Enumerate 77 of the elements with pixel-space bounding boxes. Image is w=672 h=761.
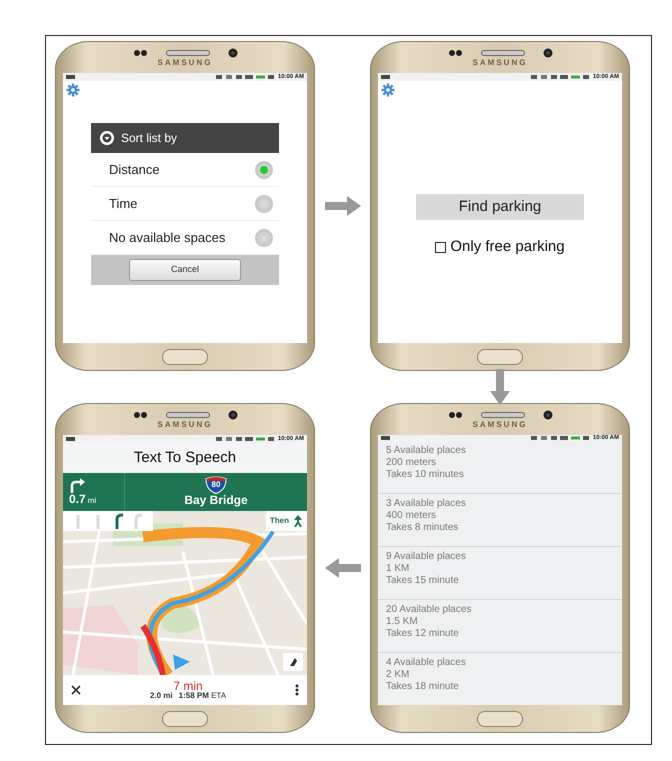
highway-shield: 80 (205, 476, 227, 494)
arrival-time: 1:58 PM ETA (178, 692, 226, 700)
sort-option[interactable]: Time (91, 187, 279, 221)
result-item[interactable]: 20 Available places 1.5 KM Takes 12 minute (378, 600, 622, 653)
flow-arrow (324, 195, 360, 217)
sensor-icon (132, 410, 148, 418)
status-icons-drawing (530, 74, 589, 80)
dropdown-icon (99, 130, 115, 146)
places-count: 9 Available places (386, 551, 467, 563)
speaker-grille-icon (166, 412, 210, 418)
result-duration: Takes 12 minute (386, 628, 460, 640)
places-count: 4 Available places (386, 657, 467, 669)
result-item[interactable]: 3 Available places 400 meters Takes 8 minutes (378, 494, 622, 547)
flow-arrow (489, 369, 511, 405)
radio-button[interactable] (255, 160, 273, 178)
home-button[interactable] (477, 711, 523, 727)
result-duration: Takes 18 minute (386, 681, 460, 693)
speaker-grille-icon (480, 412, 524, 418)
brand-logo: SAMSUNG (472, 420, 528, 428)
result-distance: 1.5 KM (386, 616, 419, 628)
sort-option[interactable]: Distance (91, 153, 279, 187)
result-duration: Takes 10 minutes (386, 469, 465, 481)
result-distance: 400 meters (386, 510, 438, 522)
camera-icon (542, 410, 552, 420)
brand-logo: SAMSUNG (158, 420, 212, 428)
result-duration: Takes 8 minutes (386, 522, 460, 534)
result-duration: Takes 15 minute (386, 575, 460, 587)
home-button[interactable] (477, 349, 523, 365)
result-item[interactable]: 9 Available places 1 KM Takes 15 minute (378, 547, 622, 600)
trip-duration: 7 min (173, 680, 203, 692)
option-label: Time (109, 194, 138, 213)
turn-distance: 0.7 (69, 493, 86, 505)
brand-logo: SAMSUNG (158, 58, 212, 66)
settings-icon[interactable] (381, 83, 395, 97)
cancel-button[interactable]: Cancel (129, 259, 241, 281)
road-name: Bay Bridge (184, 494, 248, 508)
radio-button[interactable] (255, 228, 273, 246)
flow-arrow (324, 557, 360, 579)
next-turn-icon (293, 515, 303, 527)
settings-icon[interactable] (66, 83, 80, 97)
result-distance: 2 KM (386, 669, 410, 681)
result-distance: 200 meters (386, 457, 438, 469)
places-count: 3 Available places (386, 498, 467, 510)
status-icons-drawing (216, 436, 274, 442)
find-parking-button[interactable]: Find parking (416, 194, 584, 220)
distance-unit: mi (88, 495, 96, 507)
home-button[interactable] (162, 711, 208, 727)
option-label: No available spaces (109, 228, 226, 247)
screen-title: Text To Speech (63, 443, 307, 473)
places-count: 5 Available places (386, 445, 467, 457)
home-button[interactable] (162, 349, 208, 365)
places-count: 20 Available places (386, 604, 472, 616)
sensor-icon (448, 410, 462, 418)
option-label: Distance (109, 160, 160, 179)
status-icons-drawing (216, 74, 274, 80)
recenter-button[interactable] (283, 653, 303, 671)
more-options-icon[interactable] (295, 684, 299, 696)
result-distance: 1 KM (386, 563, 410, 575)
sensor-icon (132, 48, 148, 56)
camera-icon (228, 48, 238, 58)
brand-logo: SAMSUNG (472, 58, 528, 66)
result-item[interactable]: 5 Available places 200 meters Takes 10 minutes (378, 441, 622, 494)
sensor-icon (448, 48, 462, 56)
checkbox-label: Only free parking (450, 237, 565, 257)
status-icons-drawing (530, 435, 589, 441)
turn-right-icon (69, 477, 86, 493)
speaker-grille-icon (166, 50, 210, 56)
close-icon[interactable] (71, 685, 81, 695)
checkbox[interactable] (435, 242, 446, 253)
then-label: Then (270, 515, 289, 527)
radio-button[interactable] (255, 194, 273, 212)
result-item[interactable]: 4 Available places 2 KM Takes 18 minute (378, 653, 622, 705)
camera-icon (542, 48, 552, 58)
trip-distance: 2.0 mi (150, 692, 173, 700)
dialog-title: Sort list by (121, 130, 178, 147)
camera-icon (228, 410, 238, 420)
speaker-grille-icon (480, 50, 524, 56)
